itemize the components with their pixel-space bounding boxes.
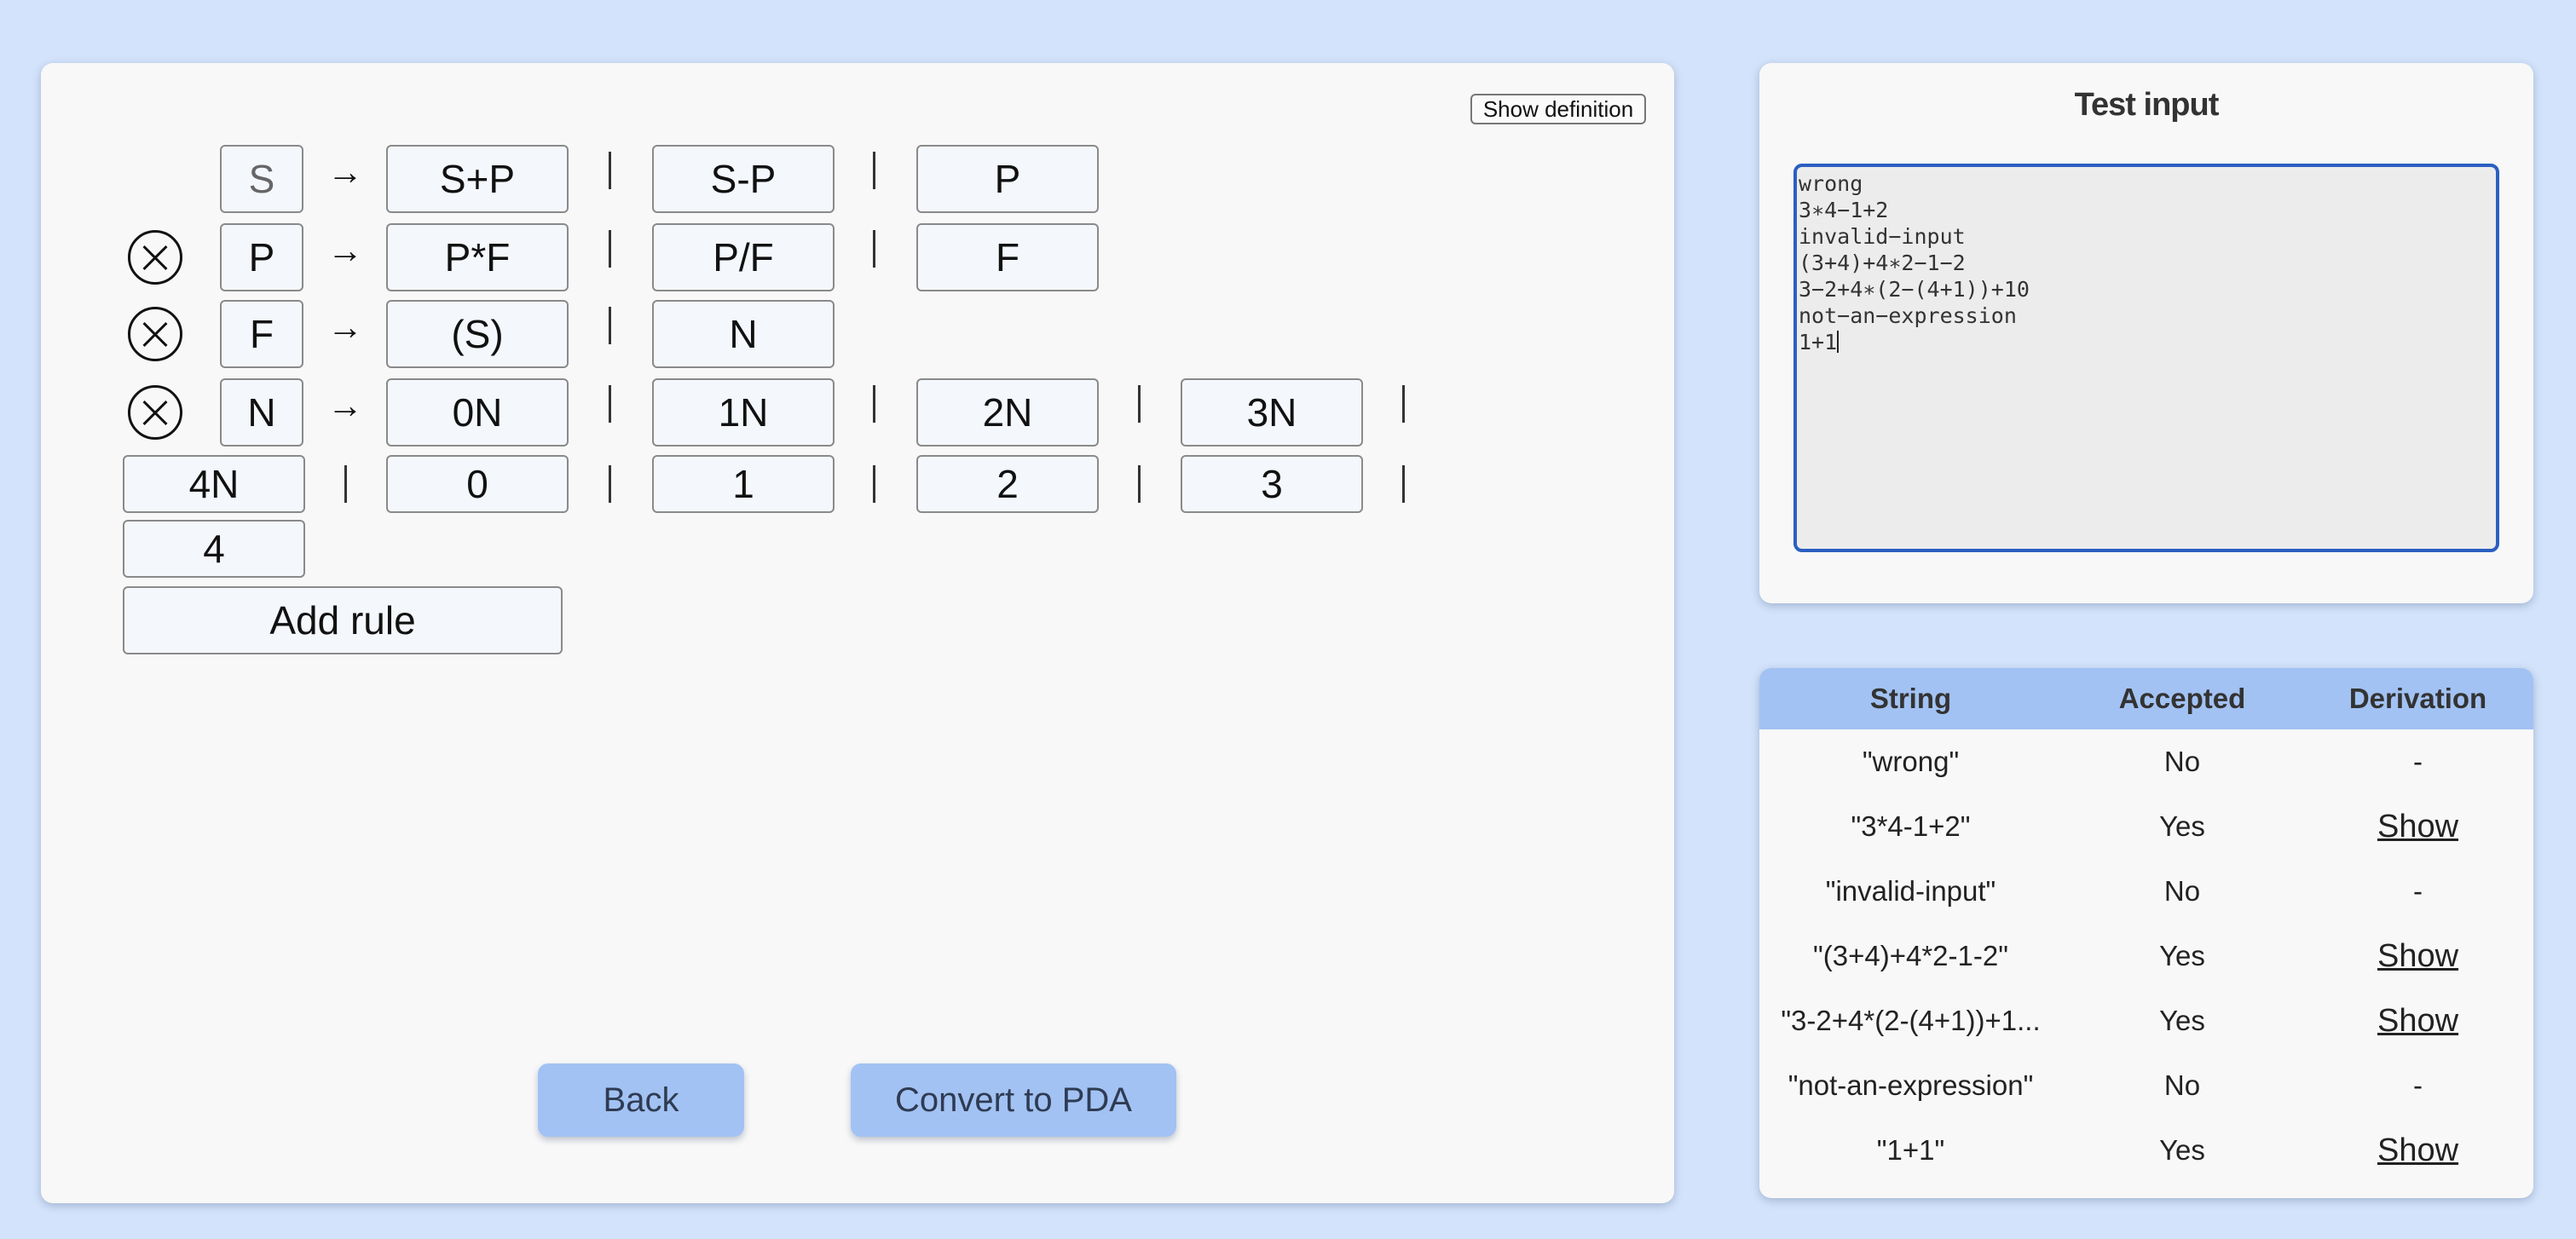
alternative-separator bbox=[609, 385, 611, 423]
rule-arrow: → bbox=[327, 307, 363, 347]
test-input-textarea[interactable]: wrong 3∗4−1+2 invalid−input (3+4)+4∗2−1−… bbox=[1793, 164, 2499, 552]
column-header-accepted: Accepted bbox=[2062, 668, 2302, 729]
alternative-separator bbox=[873, 385, 875, 423]
test-input-line: 3−2+4∗(2−(4+1))+10 bbox=[1799, 277, 2030, 302]
test-input-line: (3+4)+4∗2−1−2 bbox=[1799, 251, 1966, 275]
show-derivation-link[interactable]: Show bbox=[2302, 988, 2533, 1053]
convert-to-pda-button[interactable]: Convert to PDA bbox=[851, 1063, 1176, 1137]
alternative-separator bbox=[609, 465, 611, 503]
test-input-title: Test input bbox=[2074, 87, 2220, 123]
alternative-separator bbox=[1138, 465, 1141, 503]
rule-lhs-s[interactable]: S bbox=[220, 145, 303, 213]
show-derivation-link[interactable]: Show bbox=[2302, 924, 2533, 988]
show-derivation-link[interactable]: Show bbox=[2302, 794, 2533, 859]
results-table: String Accepted Derivation "wrong" No - … bbox=[1759, 668, 2533, 1183]
rule-alternative[interactable]: P/F bbox=[652, 223, 835, 291]
test-input-line: 3∗4−1+2 bbox=[1799, 198, 1889, 222]
rule-alternative[interactable]: P bbox=[916, 145, 1099, 213]
rule-alternative[interactable]: 0N bbox=[386, 378, 569, 447]
rule-alternative[interactable]: 4 bbox=[123, 520, 305, 578]
show-definition-button[interactable]: Show definition bbox=[1470, 94, 1646, 124]
rule-alternative[interactable]: F bbox=[916, 223, 1099, 291]
text-caret bbox=[1837, 331, 1840, 353]
alternative-separator bbox=[344, 465, 347, 503]
alternative-separator bbox=[1402, 385, 1405, 423]
test-input-line: invalid−input bbox=[1799, 224, 1966, 249]
cell-accepted: Yes bbox=[2159, 940, 2205, 971]
column-header-string: String bbox=[1759, 668, 2062, 729]
test-input-line: not−an−expression bbox=[1799, 303, 2017, 328]
cell-string: "1+1" bbox=[1876, 1134, 1945, 1166]
rule-alternative[interactable]: 1 bbox=[652, 455, 835, 513]
delete-rule-icon[interactable] bbox=[128, 307, 182, 361]
table-row: "wrong" No - bbox=[1759, 729, 2533, 794]
table-row: "1+1" Yes Show bbox=[1759, 1118, 2533, 1183]
cell-string: "3*4-1+2" bbox=[1851, 810, 1971, 842]
rule-alternative[interactable]: 2 bbox=[916, 455, 1099, 513]
rule-alternative[interactable]: P*F bbox=[386, 223, 569, 291]
column-header-derivation: Derivation bbox=[2302, 668, 2533, 729]
rule-alternative[interactable]: 0 bbox=[386, 455, 569, 513]
rule-alternative[interactable]: 4N bbox=[123, 455, 305, 513]
cell-derivation: - bbox=[2413, 746, 2423, 777]
rule-arrow: → bbox=[327, 385, 363, 425]
cell-string: "not-an-expression" bbox=[1788, 1069, 2034, 1101]
alternative-separator bbox=[609, 152, 611, 189]
results-panel: String Accepted Derivation "wrong" No - … bbox=[1759, 668, 2533, 1198]
cell-string: "invalid-input" bbox=[1825, 875, 1996, 907]
table-row: "(3+4)+4*2-1-2" Yes Show bbox=[1759, 924, 2533, 988]
cell-accepted: Yes bbox=[2159, 1005, 2205, 1036]
cell-accepted: No bbox=[2163, 1069, 2201, 1101]
alternative-separator bbox=[873, 230, 875, 268]
alternative-separator bbox=[609, 307, 611, 344]
cell-string: "3-2+4*(2-(4+1))+1... bbox=[1781, 1005, 2041, 1036]
test-input-line-text: 1+1 bbox=[1799, 330, 1838, 354]
rule-alternative[interactable]: 3 bbox=[1181, 455, 1363, 513]
cell-accepted: No bbox=[2163, 746, 2201, 777]
alternative-separator bbox=[1402, 465, 1405, 503]
grammar-editor-panel: Show definition S → S+P S-P P P → P*F P/… bbox=[41, 63, 1674, 1203]
table-row: "3*4-1+2" Yes Show bbox=[1759, 794, 2533, 859]
alternative-separator bbox=[873, 152, 875, 189]
table-row: "invalid-input" No - bbox=[1759, 859, 2533, 924]
cell-accepted: No bbox=[2163, 875, 2201, 907]
test-input-panel: Test input wrong 3∗4−1+2 invalid−input (… bbox=[1759, 63, 2533, 603]
back-button[interactable]: Back bbox=[538, 1063, 744, 1137]
rule-alternative[interactable]: S-P bbox=[652, 145, 835, 213]
cell-accepted: Yes bbox=[2159, 1134, 2205, 1166]
rule-alternative[interactable]: 1N bbox=[652, 378, 835, 447]
rule-alternative[interactable]: 2N bbox=[916, 378, 1099, 447]
add-rule-button[interactable]: Add rule bbox=[123, 586, 563, 654]
alternative-separator bbox=[1138, 385, 1141, 423]
delete-rule-icon[interactable] bbox=[128, 385, 182, 440]
alternative-separator bbox=[609, 230, 611, 268]
cell-string: "wrong" bbox=[1862, 746, 1960, 777]
table-row: "not-an-expression" No - bbox=[1759, 1053, 2533, 1118]
cell-derivation: - bbox=[2413, 875, 2423, 907]
results-header-row: String Accepted Derivation bbox=[1759, 668, 2533, 729]
alternative-separator bbox=[873, 465, 875, 503]
cell-derivation: - bbox=[2413, 1069, 2423, 1101]
rule-alternative[interactable]: 3N bbox=[1181, 378, 1363, 447]
rule-lhs-p[interactable]: P bbox=[220, 223, 303, 291]
rule-arrow: → bbox=[327, 230, 363, 270]
cell-string: "(3+4)+4*2-1-2" bbox=[1813, 940, 2008, 971]
cell-accepted: Yes bbox=[2159, 810, 2205, 842]
rule-lhs-n[interactable]: N bbox=[220, 378, 303, 447]
table-row: "3-2+4*(2-(4+1))+1... Yes Show bbox=[1759, 988, 2533, 1053]
rule-alternative[interactable]: N bbox=[652, 300, 835, 368]
rule-alternative[interactable]: S+P bbox=[386, 145, 569, 213]
delete-rule-icon[interactable] bbox=[128, 230, 182, 285]
rule-arrow: → bbox=[327, 152, 363, 192]
test-input-line: wrong bbox=[1799, 171, 1863, 196]
rule-alternative[interactable]: (S) bbox=[386, 300, 569, 368]
show-derivation-link[interactable]: Show bbox=[2302, 1118, 2533, 1183]
rule-lhs-f[interactable]: F bbox=[220, 300, 303, 368]
test-input-line-last: 1+1 bbox=[1799, 329, 2494, 355]
